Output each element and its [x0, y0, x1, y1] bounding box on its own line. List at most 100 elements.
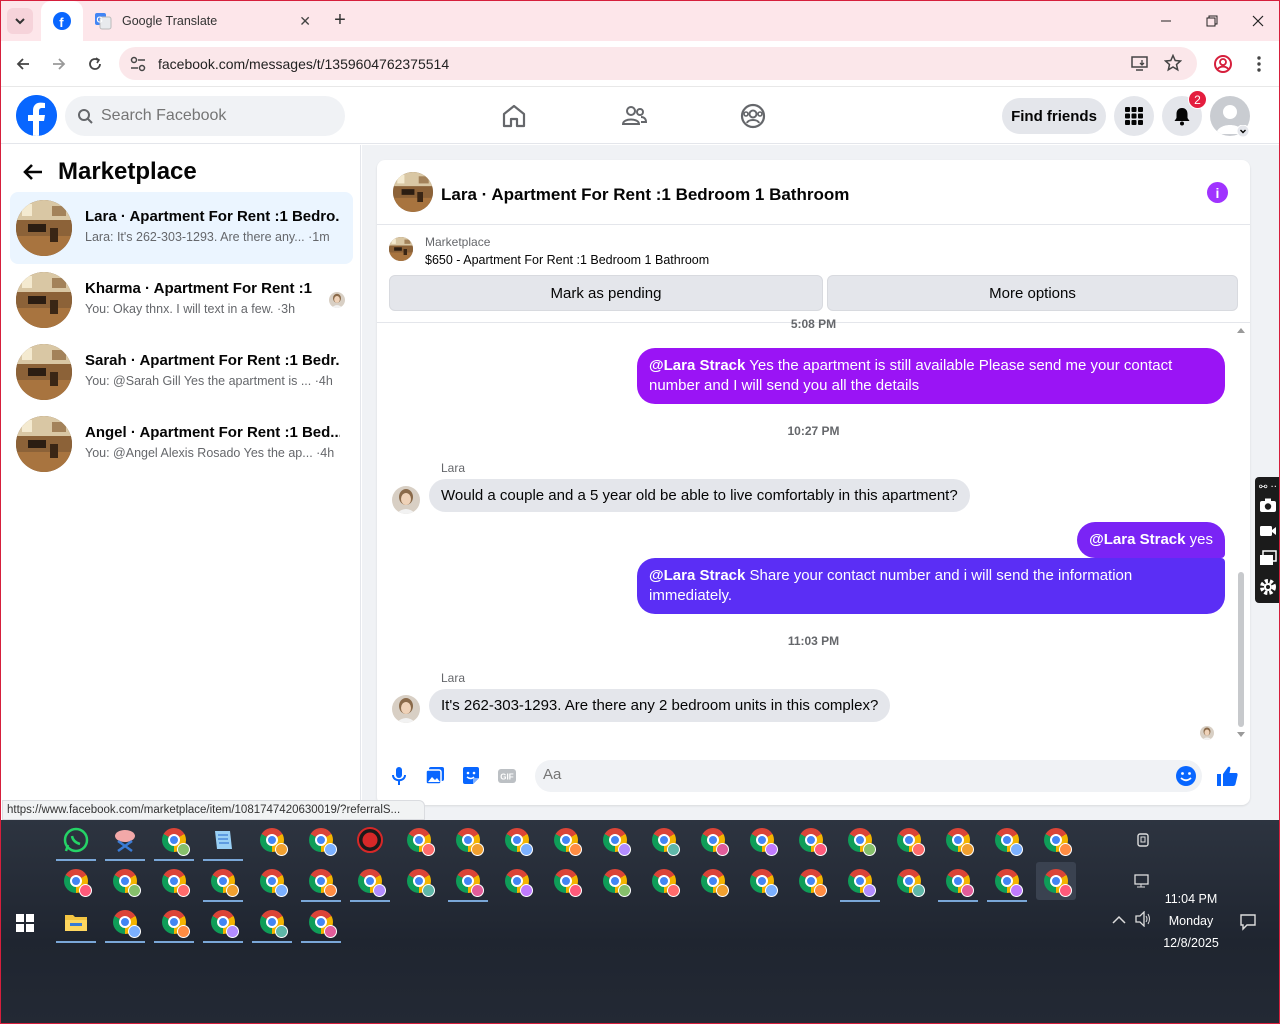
windows-start-icon[interactable]: [16, 914, 34, 932]
minimize-button[interactable]: [1151, 7, 1181, 35]
chrome-taskbar-icon[interactable]: [938, 821, 978, 859]
screen-recorder-icon[interactable]: [350, 821, 390, 859]
new-tab-button[interactable]: +: [329, 9, 351, 32]
chrome-taskbar-icon[interactable]: [987, 862, 1027, 902]
chrome-taskbar-icon[interactable]: [350, 862, 390, 902]
chrome-taskbar-icon[interactable]: [889, 862, 929, 900]
tab-facebook[interactable]: f: [41, 1, 83, 41]
emoji-icon[interactable]: [1175, 765, 1197, 787]
chrome-taskbar-icon[interactable]: [546, 821, 586, 859]
find-friends-button[interactable]: Find friends: [1002, 98, 1106, 134]
chrome-taskbar-icon[interactable]: [154, 862, 194, 900]
bookmark-star-icon[interactable]: [1163, 53, 1183, 77]
chrome-taskbar-icon[interactable]: [154, 903, 194, 943]
chat-scrollbar-thumb[interactable]: [1238, 572, 1244, 727]
close-tab-icon[interactable]: ✕: [299, 13, 311, 30]
conversation-item[interactable]: Sarah · Apartment For Rent :1 Bedr... Yo…: [10, 336, 353, 408]
chrome-taskbar-icon[interactable]: [742, 862, 782, 900]
conversation-item[interactable]: Kharma · Apartment For Rent :1 ... You: …: [10, 264, 353, 336]
tab-google-translate[interactable]: G Google Translate ✕: [89, 1, 321, 41]
reload-button[interactable]: [81, 50, 109, 78]
chrome-taskbar-icon[interactable]: [399, 821, 439, 859]
chrome-taskbar-icon[interactable]: [840, 821, 880, 859]
link-icon[interactable]: ⚯ ···: [1259, 481, 1277, 491]
conversation-item[interactable]: Lara · Apartment For Rent :1 Bedro... La…: [10, 192, 353, 264]
chrome-taskbar-icon[interactable]: [154, 821, 194, 861]
volume-icon[interactable]: [1134, 911, 1152, 927]
windows-stack-icon[interactable]: [1259, 550, 1277, 566]
browser-menu-button[interactable]: [1245, 50, 1273, 78]
chrome-taskbar-icon[interactable]: [301, 862, 341, 902]
tab-search-button[interactable]: [7, 8, 33, 34]
chrome-taskbar-icon[interactable]: [791, 862, 831, 900]
close-window-button[interactable]: [1243, 7, 1273, 35]
home-icon[interactable]: [500, 102, 528, 130]
chrome-taskbar-icon[interactable]: [644, 862, 684, 900]
chrome-taskbar-icon[interactable]: [105, 862, 145, 900]
conversation-item[interactable]: Angel · Apartment For Rent :1 Bed... You…: [10, 408, 353, 480]
chrome-taskbar-icon[interactable]: [399, 862, 439, 900]
chrome-taskbar-icon[interactable]: [546, 862, 586, 900]
facebook-search-box[interactable]: [65, 96, 345, 136]
chrome-taskbar-icon[interactable]: [301, 903, 341, 943]
sticker-icon[interactable]: [459, 764, 483, 788]
network-icon[interactable]: [1134, 873, 1150, 889]
outgoing-message[interactable]: @Lara Strack yes: [1077, 522, 1225, 558]
gif-icon[interactable]: GIF: [495, 764, 519, 788]
incoming-message[interactable]: Would a couple and a 5 year old be able …: [429, 479, 970, 512]
chrome-taskbar-icon[interactable]: [105, 903, 145, 943]
clock-date[interactable]: 12/8/2025: [1156, 936, 1226, 950]
notepad-icon[interactable]: [203, 821, 243, 861]
chrome-taskbar-icon[interactable]: [203, 862, 243, 902]
chrome-taskbar-icon[interactable]: [252, 903, 292, 943]
chrome-taskbar-icon[interactable]: [497, 862, 537, 900]
listing-thumbnail[interactable]: [393, 172, 433, 212]
chrome-taskbar-icon[interactable]: [448, 862, 488, 902]
outgoing-message[interactable]: @Lara Strack Yes the apartment is still …: [637, 348, 1225, 404]
video-camera-icon[interactable]: [1259, 524, 1277, 538]
scroll-up-arrow-icon[interactable]: [1236, 326, 1246, 334]
chrome-taskbar-icon[interactable]: [693, 821, 733, 859]
chrome-taskbar-icon[interactable]: [742, 821, 782, 859]
chrome-taskbar-icon[interactable]: [595, 862, 635, 900]
friends-icon[interactable]: [620, 102, 648, 130]
chrome-taskbar-icon[interactable]: [497, 821, 537, 859]
forward-button[interactable]: [45, 50, 73, 78]
chrome-taskbar-icon[interactable]: [840, 862, 880, 902]
notification-center-icon[interactable]: [1239, 913, 1257, 931]
chrome-taskbar-icon[interactable]: [595, 821, 635, 859]
chrome-taskbar-icon[interactable]: [938, 862, 978, 902]
clock-time[interactable]: 11:04 PM: [1161, 892, 1221, 906]
like-thumbs-up-icon[interactable]: [1215, 764, 1239, 788]
voice-clip-icon[interactable]: [387, 764, 411, 788]
back-button[interactable]: [9, 50, 37, 78]
more-options-button[interactable]: More options: [827, 275, 1238, 311]
account-chevron-icon[interactable]: [1237, 125, 1249, 137]
info-icon[interactable]: i: [1207, 182, 1228, 203]
search-input[interactable]: [101, 107, 321, 125]
chrome-taskbar-icon[interactable]: [252, 821, 292, 859]
attach-photo-icon[interactable]: [423, 764, 447, 788]
listing-title[interactable]: $650 - Apartment For Rent :1 Bedroom 1 B…: [425, 253, 709, 267]
arrow-left-icon[interactable]: [22, 162, 44, 182]
chevron-up-icon[interactable]: [1112, 914, 1126, 926]
gear-icon[interactable]: [1258, 577, 1278, 597]
chrome-taskbar-icon[interactable]: [203, 903, 243, 943]
facebook-logo[interactable]: [16, 95, 57, 136]
install-app-icon[interactable]: [1131, 54, 1149, 77]
groups-icon[interactable]: [739, 102, 767, 130]
chrome-taskbar-icon[interactable]: [56, 862, 96, 900]
camera-icon[interactable]: [1259, 497, 1277, 513]
chrome-taskbar-icon[interactable]: [448, 821, 488, 859]
site-info-icon[interactable]: [129, 55, 147, 78]
chrome-taskbar-icon[interactable]: [791, 821, 831, 859]
menu-grid-button[interactable]: [1114, 96, 1154, 136]
address-bar[interactable]: facebook.com/messages/t/1359604762375514: [119, 47, 1197, 80]
profile-button[interactable]: [1209, 50, 1237, 78]
device-icon[interactable]: [1135, 832, 1151, 848]
restore-button[interactable]: [1197, 7, 1227, 35]
snipping-tool-icon[interactable]: [105, 821, 145, 861]
message-input[interactable]: [543, 766, 1143, 783]
chrome-taskbar-icon[interactable]: [1036, 821, 1076, 859]
chrome-taskbar-icon[interactable]: [301, 821, 341, 859]
